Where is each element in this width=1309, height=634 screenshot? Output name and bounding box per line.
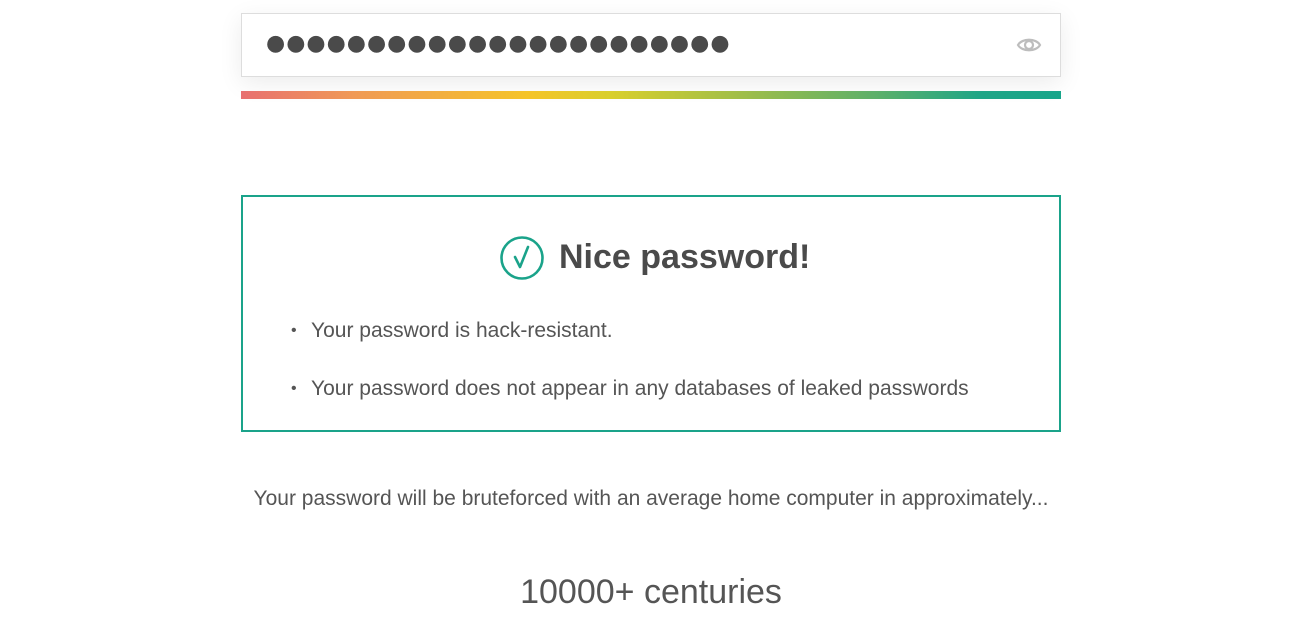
list-item: • Your password is hack-resistant.: [291, 317, 969, 345]
result-points-list: • Your password is hack-resistant. • Your …: [291, 317, 969, 433]
password-checker-page: ●●●●●●●●●●●●●●●●●●●●●●● Nice password! •…: [0, 0, 1309, 634]
result-title: Nice password!: [559, 238, 811, 276]
result-point-text: Your password does not appear in any dat…: [311, 377, 969, 400]
eye-icon[interactable]: [1016, 35, 1042, 55]
result-point-text: Your password is hack-resistant.: [311, 319, 613, 342]
password-input[interactable]: ●●●●●●●●●●●●●●●●●●●●●●●: [241, 13, 1061, 77]
list-item: • Your password does not appear in any da…: [291, 375, 969, 403]
password-strength-bar: [241, 91, 1061, 99]
bruteforce-description: Your password will be bruteforced with a…: [253, 487, 1049, 510]
bullet-icon: •: [291, 322, 297, 339]
bruteforce-time: 10000+ centuries: [520, 573, 782, 611]
password-masked-value: ●●●●●●●●●●●●●●●●●●●●●●●: [266, 31, 731, 56]
checkmark-circle-icon: [499, 235, 545, 281]
bullet-icon: •: [291, 380, 297, 397]
result-panel: Nice password! • Your password is hack-re…: [241, 195, 1061, 432]
